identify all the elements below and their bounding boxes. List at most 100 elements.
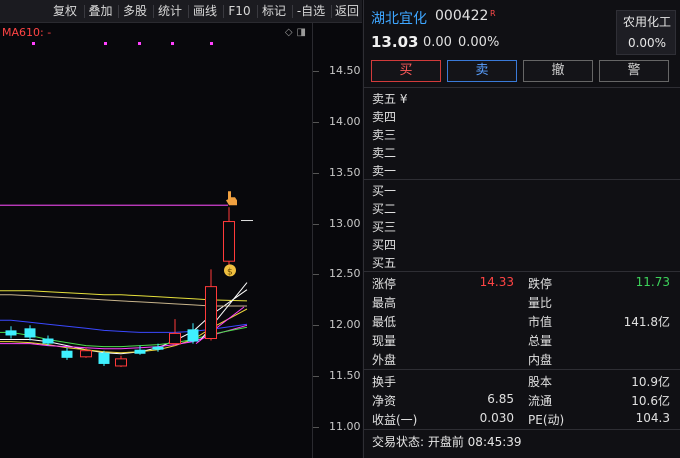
y-tick-label: 12.50 xyxy=(329,267,361,281)
divider xyxy=(364,179,680,180)
volume-ratio-label: 量比 xyxy=(528,296,553,310)
chart-toolbar: 复权 叠加 多股 统计 画线 F10 标记 -自选 返回 xyxy=(0,0,362,23)
restore-rights-button[interactable]: 复权 xyxy=(48,3,82,20)
current-price: 13.03 xyxy=(371,33,419,51)
candle-body xyxy=(152,346,164,350)
outer-volume-label: 外盘 xyxy=(372,353,397,367)
high-label: 最高 xyxy=(372,296,397,310)
ma-marker-dot xyxy=(138,42,141,45)
svg-text:$: $ xyxy=(227,267,233,277)
y-tick-mark xyxy=(313,325,319,327)
ask-5-label: 卖五 ¥ xyxy=(372,92,408,106)
low-label: 最低 xyxy=(372,315,397,329)
chart-area[interactable]: 复权 叠加 多股 统计 画线 F10 标记 -自选 返回 MA610: - ◇ ◨… xyxy=(0,0,362,458)
limit-down-value: 11.73 xyxy=(635,275,670,289)
y-tick-label: 13.00 xyxy=(329,216,361,230)
candle-body xyxy=(187,329,199,342)
limit-up-value: 14.33 xyxy=(479,275,514,289)
ask-4-label: 卖四 xyxy=(372,110,397,124)
y-tick-label: 14.00 xyxy=(329,114,361,128)
candle-body xyxy=(134,349,146,354)
bid-3-label: 买三 xyxy=(372,220,397,234)
y-tick-label: 12.00 xyxy=(329,318,361,332)
buy-button[interactable]: 买 xyxy=(371,60,441,82)
y-tick-label: 13.50 xyxy=(329,165,361,179)
float-shares-value: 10.6亿 xyxy=(631,394,670,408)
candlestick-chart[interactable]: $ xyxy=(0,23,312,458)
f10-button[interactable]: F10 xyxy=(224,3,255,20)
candle-body xyxy=(5,330,17,336)
y-tick-label: 11.00 xyxy=(329,420,361,433)
candle-body xyxy=(205,286,217,340)
ma-marker-dot xyxy=(210,42,213,45)
ma-marker-dot xyxy=(32,42,35,45)
multi-stock-button[interactable]: 多股 xyxy=(119,3,151,20)
share-capital-label: 股本 xyxy=(528,375,553,389)
divider xyxy=(364,271,680,272)
y-tick-mark xyxy=(313,223,319,225)
mark-button[interactable]: 标记 xyxy=(258,3,290,20)
y-tick-mark xyxy=(313,376,319,378)
candle-body xyxy=(169,332,181,345)
net-assets-value: 6.85 xyxy=(487,392,514,406)
stock-name[interactable]: 湖北宜化 xyxy=(371,8,427,28)
pe-ratio-label: PE(动) xyxy=(528,413,565,427)
y-tick-mark xyxy=(313,172,319,174)
candle-body xyxy=(24,328,36,338)
hand-pointer-icon xyxy=(226,191,237,206)
ask-1-label: 卖一 xyxy=(372,164,397,178)
market-cap-value: 141.8亿 xyxy=(623,315,670,329)
price-change-percent: 0.00% xyxy=(458,35,500,50)
y-tick-mark xyxy=(313,71,319,72)
net-assets-label: 净资 xyxy=(372,394,397,408)
pe-ratio-value: 104.3 xyxy=(635,411,670,425)
ma-marker-dot xyxy=(171,42,174,45)
price-axis: 14.50 14.00 13.50 13.00 12.50 12.00 11.50 11.00 xyxy=(312,23,362,458)
earnings-value: 0.030 xyxy=(479,411,514,425)
divider xyxy=(364,369,680,370)
statistics-button[interactable]: 统计 xyxy=(154,3,186,20)
ask-2-label: 卖二 xyxy=(372,146,397,160)
remove-watchlist-button[interactable]: -自选 xyxy=(293,3,329,20)
limit-down-label: 跌停 xyxy=(528,277,553,291)
alert-button[interactable]: 警 xyxy=(599,60,669,82)
y-tick-label: 11.50 xyxy=(329,369,361,383)
price-change: 0.00 xyxy=(423,35,452,50)
divider xyxy=(364,429,680,430)
ask-3-label: 卖三 xyxy=(372,128,397,142)
candle-body xyxy=(61,350,73,358)
bid-1-label: 买一 xyxy=(372,184,397,198)
y-tick-label: 14.50 xyxy=(329,64,361,77)
candle-body xyxy=(115,358,127,367)
y-tick-mark xyxy=(313,274,319,276)
limit-up-label: 涨停 xyxy=(372,277,397,291)
earnings-label: 收益(一) xyxy=(372,413,418,427)
candle-body xyxy=(80,350,92,358)
float-shares-label: 流通 xyxy=(528,394,553,408)
sell-button[interactable]: 卖 xyxy=(447,60,517,82)
share-capital-value: 10.9亿 xyxy=(631,375,670,389)
back-button[interactable]: 返回 xyxy=(332,3,362,20)
candle-body xyxy=(98,352,110,364)
bid-5-label: 买五 xyxy=(372,256,397,270)
current-volume-label: 现量 xyxy=(372,334,397,348)
candle-body xyxy=(223,221,235,262)
cancel-order-button[interactable]: 撤 xyxy=(523,60,593,82)
total-volume-label: 总量 xyxy=(528,334,553,348)
ma-marker-dot xyxy=(104,42,107,45)
industry-box[interactable]: 农用化工 0.00% xyxy=(616,10,676,55)
quote-panel: 湖北宜化 000422 R 农用化工 0.00% 13.03 0.00 0.00… xyxy=(363,0,680,458)
money-bag-icon: $ xyxy=(224,264,236,277)
y-tick-mark xyxy=(313,427,319,428)
draw-line-button[interactable]: 画线 xyxy=(189,3,221,20)
divider xyxy=(364,87,680,88)
margin-badge: R xyxy=(490,9,496,18)
turnover-label: 换手 xyxy=(372,375,397,389)
y-tick-mark xyxy=(313,121,319,123)
industry-change: 0.00% xyxy=(627,36,667,50)
overlay-button[interactable]: 叠加 xyxy=(85,3,116,20)
candle-body xyxy=(42,338,54,344)
market-cap-label: 市值 xyxy=(528,315,553,329)
bid-4-label: 买四 xyxy=(372,238,397,252)
stock-code: 000422 xyxy=(435,8,489,24)
